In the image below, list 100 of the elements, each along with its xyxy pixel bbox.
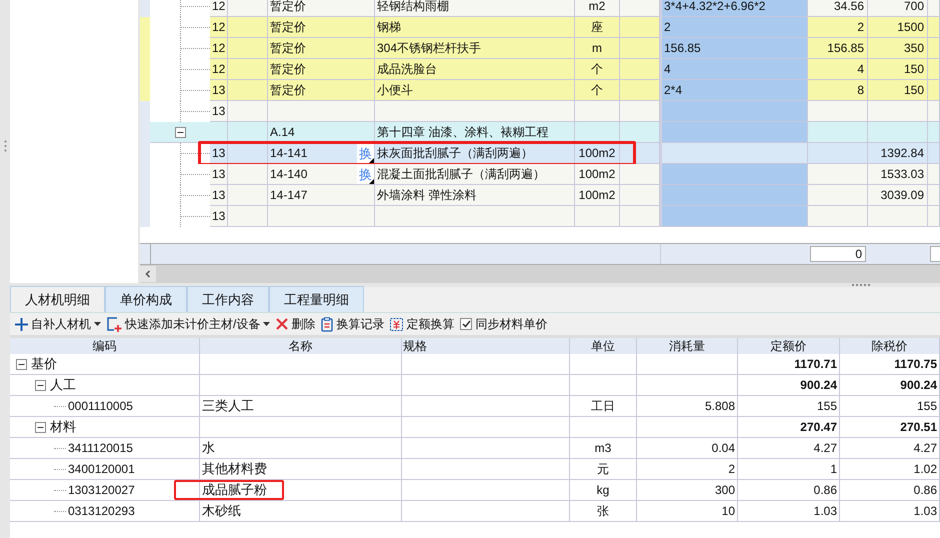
- swap-mark[interactable]: 换: [357, 144, 374, 162]
- price-cell: 3039.09: [868, 185, 928, 206]
- toolbar-button[interactable]: 自补人材机: [15, 315, 101, 333]
- add-item-icon: [107, 316, 122, 332]
- table-cell: [620, 0, 660, 17]
- row-marker: [140, 206, 150, 227]
- row-number: 13: [210, 164, 228, 185]
- tab[interactable]: 工程量明细: [269, 286, 364, 312]
- quantity-expression: 2*4: [662, 80, 808, 101]
- swap-mark[interactable]: 换: [357, 164, 374, 184]
- collapse-icon[interactable]: [35, 422, 46, 432]
- column-header[interactable]: 名称: [288, 339, 312, 353]
- column-header[interactable]: 单位: [591, 339, 615, 353]
- checkbox-label: 同步材料单价: [475, 316, 548, 333]
- table-cell: [808, 185, 868, 206]
- price-cell: 1500: [868, 17, 928, 38]
- tree-connector: [54, 510, 66, 512]
- item-name: 轻钢结构雨棚: [375, 0, 575, 17]
- table-cell: [868, 206, 928, 227]
- row-number: 13: [210, 80, 228, 101]
- material-code: 3411120015: [68, 440, 133, 457]
- row-number: 12: [210, 38, 228, 59]
- item-name: 第十四章 油漆、涂料、裱糊工程: [375, 122, 575, 143]
- plus-icon: [15, 318, 28, 330]
- delete-icon: [276, 318, 288, 330]
- price-cell: 1392.84: [868, 143, 928, 164]
- item-code: A.14: [270, 124, 295, 141]
- column-header[interactable]: 定额价: [770, 339, 806, 353]
- table-cell: [928, 101, 940, 122]
- row-number: 12: [210, 0, 228, 17]
- toolbar-button[interactable]: 换算记录: [321, 315, 384, 333]
- table-cell: [808, 122, 868, 143]
- table-cell: [620, 59, 660, 80]
- row-number: 12: [210, 59, 228, 80]
- column-header[interactable]: 消耗量: [669, 339, 705, 353]
- table-cell: [620, 185, 660, 206]
- item-unit: 座: [575, 17, 620, 38]
- item-code: 暂定价: [270, 19, 306, 36]
- collapse-icon[interactable]: [35, 380, 46, 390]
- toolbar-button[interactable]: 定额换算: [390, 315, 454, 333]
- group-label: 人工: [50, 376, 76, 394]
- tab[interactable]: 单价构成: [105, 286, 187, 312]
- collapse-icon[interactable]: [175, 126, 186, 138]
- table-cell: [808, 101, 868, 122]
- group-label: 基价: [31, 355, 57, 373]
- column-header[interactable]: 除税价: [872, 339, 908, 353]
- item-name: 外墙涂料 弹性涂料: [375, 185, 575, 206]
- item-code: 暂定价: [270, 82, 306, 99]
- quantity-cell: 34.56: [808, 0, 868, 17]
- item-unit: m: [575, 38, 620, 59]
- checkbox[interactable]: [460, 318, 472, 330]
- price-cell: 150: [868, 80, 928, 101]
- table-cell: [620, 164, 660, 185]
- item-code: 14-141: [270, 145, 308, 162]
- scroll-left-icon[interactable]: [140, 266, 156, 282]
- splitter-grip-icon[interactable]: [4, 140, 6, 152]
- quantity-expression: 2: [662, 17, 808, 38]
- table-cell: [928, 0, 940, 17]
- tab[interactable]: 工作内容: [187, 286, 269, 312]
- collapse-icon[interactable]: [16, 358, 27, 370]
- column-header[interactable]: 规格: [403, 339, 427, 353]
- item-unit: m2: [575, 0, 620, 17]
- group-label: 材料: [50, 418, 76, 436]
- table-cell: [620, 101, 660, 122]
- total-field[interactable]: 0: [810, 246, 866, 262]
- column-header[interactable]: 编码: [92, 339, 116, 353]
- material-name: 水: [202, 440, 215, 455]
- price-cell: 150: [868, 59, 928, 80]
- table-cell: [928, 122, 940, 143]
- material-code: 0001110005: [68, 398, 133, 415]
- item-code: 14-147: [270, 187, 308, 204]
- row-marker: [140, 17, 150, 38]
- unit-cell: 张: [570, 501, 637, 522]
- table-cell: [928, 164, 940, 185]
- tab[interactable]: 人材机明细: [10, 286, 105, 312]
- row-marker: [140, 80, 150, 101]
- material-code: 1303120027: [68, 482, 135, 499]
- table-cell: [808, 143, 868, 164]
- item-name: 304不锈钢栏杆扶手: [375, 38, 575, 59]
- material-code: 0313120293: [68, 503, 135, 520]
- item-unit: 100m2: [575, 143, 620, 164]
- item-name: 钢梯: [375, 17, 575, 38]
- item-code: 暂定价: [270, 40, 306, 57]
- table-cell: [928, 185, 940, 206]
- toolbar-button[interactable]: 删除: [276, 315, 316, 333]
- material-name: 成品腻子粉: [202, 482, 267, 497]
- table-cell: [620, 80, 660, 101]
- clipboard-icon: [321, 316, 334, 332]
- price-cell: 700: [868, 0, 928, 17]
- table-cell: [575, 101, 620, 122]
- table-cell: [620, 122, 660, 143]
- table-cell: [928, 80, 940, 101]
- item-unit: 个: [575, 59, 620, 80]
- row-number: 13: [210, 143, 228, 164]
- item-code: 暂定价: [270, 0, 306, 15]
- toolbar-button[interactable]: 快速添加未计价主材/设备: [107, 315, 270, 333]
- quota-price-cell: 1.03: [738, 501, 840, 522]
- horizontal-scrollbar[interactable]: [140, 265, 940, 283]
- convert-icon: [390, 318, 404, 330]
- table-cell: [620, 206, 660, 227]
